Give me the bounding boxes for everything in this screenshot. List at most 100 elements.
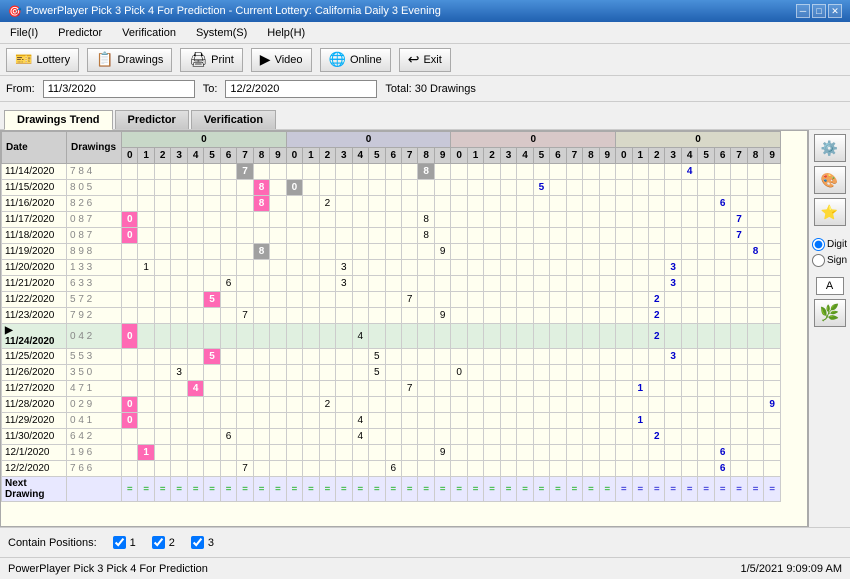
- empty-cell: [599, 461, 615, 477]
- empty-cell: [303, 244, 319, 260]
- empty-cell: [583, 461, 599, 477]
- minimize-button[interactable]: ─: [796, 4, 810, 18]
- star-button[interactable]: ⭐: [814, 198, 846, 226]
- empty-cell: [319, 413, 335, 429]
- data-cell: 4: [681, 164, 697, 180]
- menu-verification[interactable]: Verification: [116, 25, 182, 41]
- drawings-button[interactable]: 📋 Drawings: [87, 48, 172, 72]
- maximize-button[interactable]: □: [812, 4, 826, 18]
- empty-cell: [253, 413, 269, 429]
- empty-cell: [187, 308, 203, 324]
- empty-cell: [352, 212, 368, 228]
- empty-cell: [171, 228, 187, 244]
- empty-cell: [632, 228, 648, 244]
- empty-cell: [632, 461, 648, 477]
- empty-cell: [616, 292, 632, 308]
- empty-cell: [154, 324, 170, 349]
- empty-cell: [517, 365, 533, 381]
- h9: 9: [270, 148, 286, 164]
- empty-cell: [550, 292, 566, 308]
- position-3-checkbox[interactable]: [191, 536, 204, 549]
- data-table-wrapper[interactable]: Date Drawings 0 0 0 0 0123456789 0123456…: [0, 130, 808, 527]
- menu-file[interactable]: File(I): [4, 25, 44, 41]
- position-2-checkbox[interactable]: [152, 536, 165, 549]
- data-cell: 8: [253, 180, 269, 196]
- empty-cell: [764, 445, 781, 461]
- empty-cell: [533, 381, 549, 397]
- empty-cell: [467, 260, 483, 276]
- to-date-input[interactable]: [225, 80, 377, 98]
- table-row: 11/23/20207 9 2792: [2, 308, 781, 324]
- data-cell: 2: [649, 308, 665, 324]
- empty-cell: [583, 413, 599, 429]
- empty-cell: [484, 228, 500, 244]
- close-button[interactable]: ✕: [828, 4, 842, 18]
- empty-cell: [484, 429, 500, 445]
- table-row: 11/21/20206 3 3633: [2, 276, 781, 292]
- empty-cell: [698, 180, 714, 196]
- empty-cell: [616, 308, 632, 324]
- green-button[interactable]: 🌿: [814, 299, 846, 327]
- row-date: 12/1/2020: [2, 445, 67, 461]
- empty-cell: [369, 260, 385, 276]
- eq-cell: =: [352, 477, 368, 502]
- empty-cell: [533, 196, 549, 212]
- empty-cell: [632, 212, 648, 228]
- empty-cell: [484, 445, 500, 461]
- eq-cell: =: [616, 477, 632, 502]
- empty-cell: [698, 413, 714, 429]
- empty-cell: [649, 212, 665, 228]
- empty-cell: [649, 260, 665, 276]
- empty-cell: [122, 365, 138, 381]
- video-label: Video: [275, 54, 303, 66]
- tab-predictor[interactable]: Predictor: [115, 110, 189, 129]
- tab-drawings-trend[interactable]: Drawings Trend: [4, 110, 113, 130]
- empty-cell: [764, 461, 781, 477]
- empty-cell: [352, 397, 368, 413]
- tab-verification[interactable]: Verification: [191, 110, 276, 129]
- video-button[interactable]: ▶ Video: [251, 48, 312, 72]
- empty-cell: [550, 324, 566, 349]
- empty-cell: [385, 308, 401, 324]
- empty-cell: [698, 228, 714, 244]
- empty-cell: [319, 260, 335, 276]
- empty-cell: [352, 381, 368, 397]
- h33: 3: [665, 148, 681, 164]
- empty-cell: [253, 445, 269, 461]
- data-cell: 7: [401, 381, 417, 397]
- data-cell: 9: [434, 308, 450, 324]
- empty-cell: [401, 196, 417, 212]
- position-1-checkbox[interactable]: [113, 536, 126, 549]
- online-button[interactable]: 🌐 Online: [320, 48, 391, 72]
- empty-cell: [171, 429, 187, 445]
- empty-cell: [369, 324, 385, 349]
- data-cell: 0: [122, 397, 138, 413]
- menu-predictor[interactable]: Predictor: [52, 25, 108, 41]
- sign-label: Sign: [827, 255, 847, 266]
- palette-button[interactable]: 🎨: [814, 166, 846, 194]
- empty-cell: [533, 212, 549, 228]
- empty-cell: [714, 429, 730, 445]
- eq-cell: =: [270, 477, 286, 502]
- data-cell: 4: [352, 413, 368, 429]
- menu-system[interactable]: System(S): [190, 25, 253, 41]
- empty-cell: [632, 365, 648, 381]
- sign-radio[interactable]: [812, 254, 825, 267]
- data-cell: 0: [122, 324, 138, 349]
- lottery-button[interactable]: 🎫 Lottery: [6, 48, 79, 72]
- from-date-input[interactable]: [43, 80, 195, 98]
- table-row: 12/1/20201 9 6196: [2, 445, 781, 461]
- empty-cell: [451, 397, 467, 413]
- empty-cell: [336, 461, 352, 477]
- digit-radio[interactable]: [812, 238, 825, 251]
- empty-cell: [138, 429, 154, 445]
- position-1-container: 1: [113, 536, 136, 549]
- exit-button[interactable]: ↩ Exit: [399, 48, 451, 72]
- print-button[interactable]: 🖨 Print: [180, 48, 242, 72]
- empty-cell: [138, 461, 154, 477]
- settings-button[interactable]: ⚙️: [814, 134, 846, 162]
- data-cell: 9: [764, 397, 781, 413]
- empty-cell: [566, 349, 582, 365]
- next-drawing-row: Next Drawing ===========================…: [2, 477, 781, 502]
- menu-help[interactable]: Help(H): [261, 25, 311, 41]
